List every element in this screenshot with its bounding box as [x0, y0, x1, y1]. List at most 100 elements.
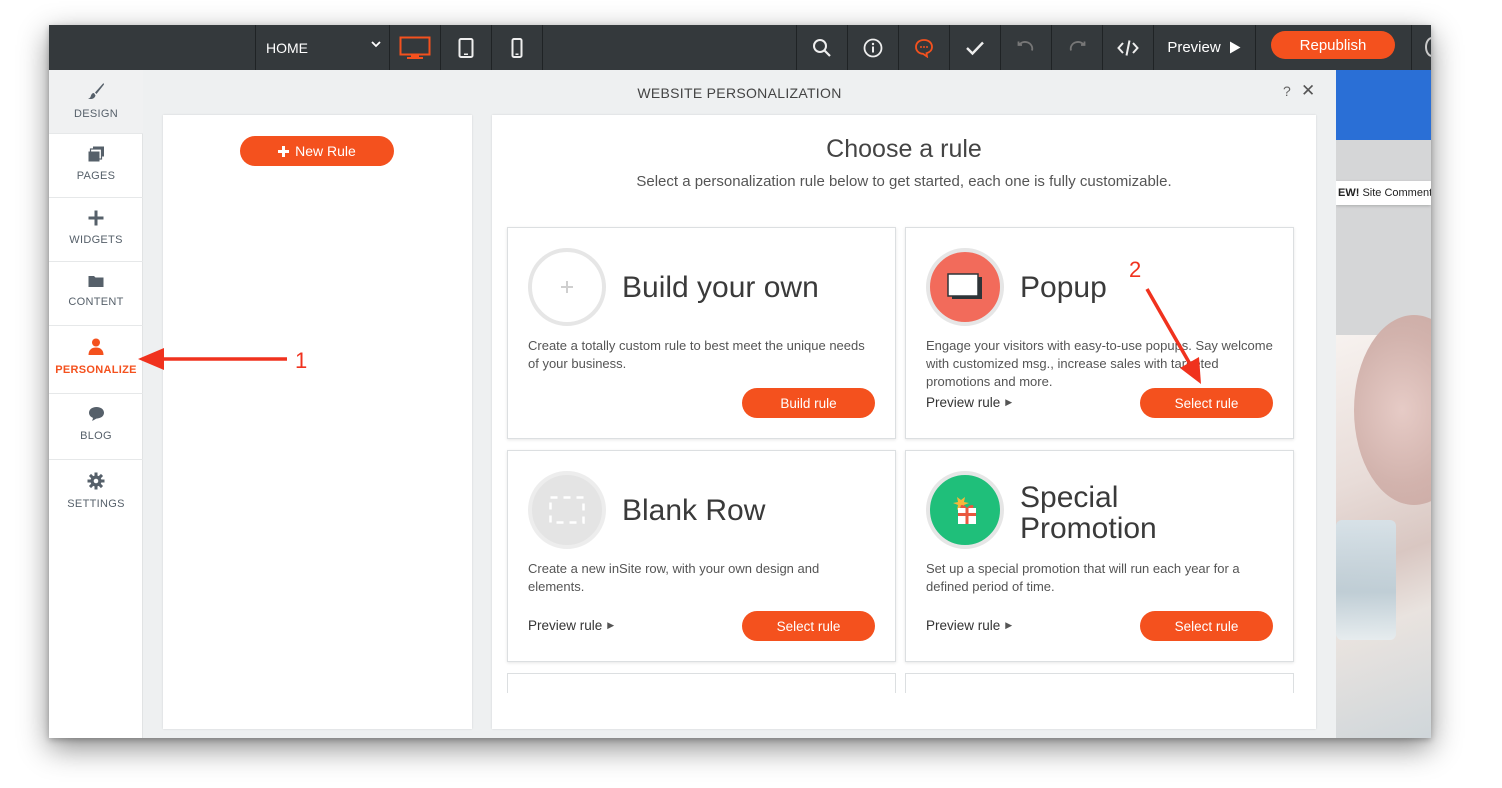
sidebar-item-widgets[interactable]: WIDGETS: [49, 198, 143, 262]
select-rule-button[interactable]: Select rule: [742, 611, 875, 641]
info-button[interactable]: [848, 25, 898, 70]
sidebar-item-settings[interactable]: SETTINGS: [49, 460, 143, 526]
mobile-icon: [511, 37, 523, 58]
rules-list: New Rule: [163, 115, 472, 729]
preview-rule-label: Preview rule: [528, 618, 603, 633]
tablet-view-button[interactable]: [441, 25, 491, 70]
page-selector-value: HOME: [266, 39, 308, 56]
desktop-icon: [399, 36, 431, 59]
code-button[interactable]: [1103, 25, 1153, 70]
mobile-view-button[interactable]: [492, 25, 542, 70]
preview-rule-label: Preview rule: [926, 395, 1001, 410]
site-hero-photo: [1336, 315, 1431, 738]
select-rule-button[interactable]: Select rule: [1140, 611, 1273, 641]
photo-glass: [1336, 520, 1396, 640]
gear-icon: [87, 472, 105, 490]
rule-card-popup: Popup Engage your visitors with easy-to-…: [905, 227, 1294, 439]
play-icon: ▶: [607, 620, 615, 630]
annotation-label-2: 2: [1129, 257, 1142, 282]
preview-button[interactable]: Preview: [1154, 25, 1254, 70]
rule-chooser: Choose a rule Select a personalization r…: [492, 115, 1316, 729]
new-rule-label: New Rule: [295, 143, 356, 159]
plus-icon: [278, 145, 290, 157]
photo-face: [1354, 315, 1431, 505]
site-header-banner: [1336, 70, 1431, 140]
redo-button[interactable]: [1052, 25, 1102, 70]
republish-button[interactable]: Republish: [1271, 31, 1395, 59]
republish-label: Republish: [1299, 36, 1367, 54]
card-title: Blank Row: [622, 494, 766, 527]
redo-icon: [1069, 40, 1086, 51]
new-rule-button[interactable]: New Rule: [240, 136, 394, 166]
sidebar-item-design[interactable]: DESIGN: [49, 70, 143, 134]
rule-card-build-your-own: Build your own Create a totally custom r…: [507, 227, 896, 439]
brush-icon: [88, 83, 104, 100]
sidebar-item-label: PERSONALIZE: [55, 364, 137, 376]
rule-card-partial: [507, 673, 896, 693]
sidebar-item-pages[interactable]: PAGES: [49, 134, 143, 198]
page-selector[interactable]: HOME: [256, 25, 389, 70]
panel-title: WEBSITE PERSONALIZATION: [637, 85, 842, 101]
check-icon: [966, 41, 984, 55]
blank-row-icon: [528, 471, 606, 549]
person-icon: [88, 338, 104, 355]
code-icon: [1117, 39, 1139, 56]
sidebar-item-label: SETTINGS: [67, 498, 125, 510]
left-sidebar: DESIGN PAGES WIDGETS CONTENT PERSONALIZE…: [49, 70, 143, 738]
rule-card-partial: [905, 673, 1294, 693]
sidebar-item-label: DESIGN: [74, 108, 118, 120]
desktop-view-button[interactable]: [390, 25, 440, 70]
folder-icon: [88, 276, 104, 287]
preview-rule-link[interactable]: Preview rule ▶: [926, 395, 1012, 410]
card-description: Set up a special promotion that will run…: [926, 561, 1240, 594]
sidebar-item-content[interactable]: CONTENT: [49, 262, 143, 326]
popup-icon: [926, 248, 1004, 326]
card-title-line-1: Special: [1020, 481, 1119, 514]
close-icon[interactable]: ✕: [1301, 81, 1315, 101]
sidebar-item-label: WIDGETS: [69, 234, 123, 246]
comments-icon: [915, 38, 933, 58]
site-section: [1336, 140, 1431, 335]
preview-rule-label: Preview rule: [926, 618, 1001, 633]
preview-rule-link[interactable]: Preview rule ▶: [528, 618, 614, 633]
plus-icon: [88, 210, 104, 226]
card-description: Engage your visitors with easy-to-use po…: [926, 338, 1273, 389]
speech-bubble-icon: [88, 407, 104, 421]
strip-text: Site Comments: [1359, 187, 1431, 199]
chooser-subtitle: Select a personalization rule below to g…: [636, 173, 1172, 190]
search-icon: [813, 38, 831, 57]
info-icon: [863, 38, 883, 57]
card-title: Popup: [1020, 271, 1107, 304]
site-preview: EW! Site Comments: [1336, 70, 1431, 738]
sidebar-item-label: PAGES: [76, 170, 116, 182]
rule-card-blank-row: Blank Row Create a new inSite row, with …: [507, 450, 896, 662]
undo-button[interactable]: [1001, 25, 1051, 70]
pages-icon: [88, 146, 104, 162]
sidebar-item-blog[interactable]: BLOG: [49, 394, 143, 460]
personalization-panel: WEBSITE PERSONALIZATION ? ✕ New Rule Cho…: [143, 70, 1336, 738]
comments-button[interactable]: [899, 25, 949, 70]
build-rule-button[interactable]: Build rule: [742, 388, 875, 418]
chooser-title: Choose a rule: [826, 135, 982, 163]
tablet-icon: [458, 37, 474, 58]
play-icon: ▶: [1005, 397, 1013, 407]
check-button[interactable]: [950, 25, 1000, 70]
card-title-line-2: Promotion: [1020, 512, 1157, 545]
card-description: Create a new inSite row, with your own d…: [528, 561, 820, 594]
search-button[interactable]: [797, 25, 847, 70]
top-toolbar: HOME Preview Republish: [49, 25, 1431, 70]
sidebar-item-personalize[interactable]: PERSONALIZE: [49, 326, 143, 394]
undo-icon: [1017, 40, 1034, 51]
help-icon[interactable]: ?: [1283, 83, 1291, 99]
preview-label: Preview: [1167, 39, 1221, 56]
preview-rule-link[interactable]: Preview rule ▶: [926, 618, 1012, 633]
strip-bold: EW!: [1338, 187, 1360, 199]
annotation-label-1: 1: [295, 348, 308, 373]
app-window: HOME Preview Republish DESIGN PAGES WIDG…: [49, 25, 1431, 738]
chevron-down-icon: [371, 38, 381, 52]
account-icon[interactable]: [1425, 37, 1431, 57]
gift-icon: [926, 471, 1004, 549]
card-description: Create a totally custom rule to best mee…: [528, 338, 865, 371]
select-rule-button[interactable]: Select rule: [1140, 388, 1273, 418]
play-icon: ▶: [1005, 620, 1013, 630]
